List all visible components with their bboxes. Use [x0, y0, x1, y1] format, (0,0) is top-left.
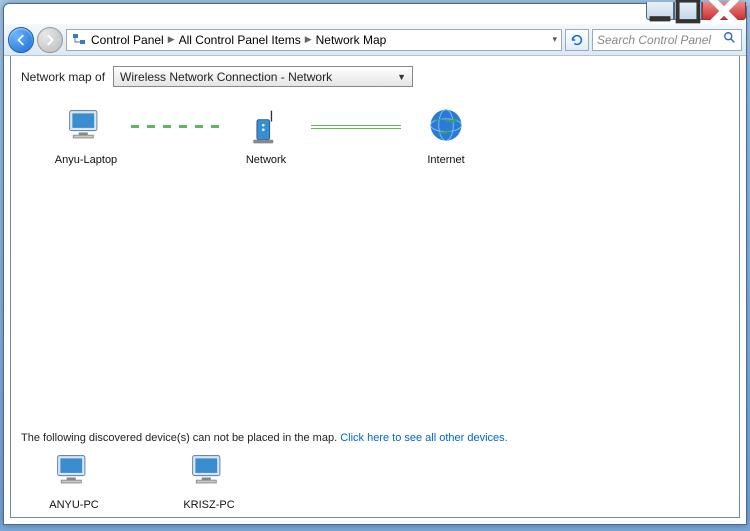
device-item[interactable]: ANYU-PC [29, 452, 119, 511]
network-icon [71, 32, 87, 48]
address-dropdown-arrow[interactable]: ▾ [552, 34, 557, 45]
chevron-right-icon: ▶ [168, 34, 175, 45]
crumb-label: All Control Panel Items [179, 33, 301, 47]
spacer [21, 166, 729, 424]
link-wired [311, 125, 401, 129]
node-label: Network [246, 154, 286, 166]
node-label: Anyu-Laptop [55, 154, 117, 166]
computer-icon [187, 452, 231, 495]
breadcrumb-item[interactable]: All Control Panel Items ▶ [179, 33, 312, 47]
content-area: Network map of Wireless Network Connecti… [10, 56, 740, 518]
search-icon [723, 31, 737, 48]
window-controls [646, 2, 746, 20]
minimize-button[interactable] [646, 2, 674, 20]
computer-icon [52, 452, 96, 495]
show-all-devices-link[interactable]: Click here to see all other devices. [340, 432, 508, 444]
refresh-button[interactable] [565, 29, 589, 51]
search-placeholder: Search Control Panel [597, 33, 711, 47]
footer-message: The following discovered device(s) can n… [21, 432, 729, 444]
address-bar[interactable]: Control Panel▶ All Control Panel Items▶ … [66, 29, 562, 51]
link-wireless [131, 125, 221, 128]
computer-icon [64, 107, 108, 150]
titlebar [4, 4, 746, 24]
back-button[interactable] [8, 27, 34, 53]
node-label: Internet [427, 154, 464, 166]
footer-text: The following discovered device(s) can n… [21, 432, 337, 444]
search-input[interactable]: Search Control Panel [592, 29, 742, 51]
maximize-button[interactable] [674, 2, 702, 20]
crumb-label: Network Map [316, 33, 387, 47]
device-item[interactable]: KRISZ-PC [164, 452, 254, 511]
router-icon [244, 107, 288, 150]
node-internet[interactable]: Internet [401, 107, 491, 166]
forward-button[interactable] [37, 27, 63, 53]
map-header-label: Network map of [21, 70, 105, 84]
chevron-right-icon: ▶ [305, 34, 312, 45]
close-button[interactable] [702, 2, 746, 20]
unplaced-devices: ANYU-PC KRISZ-PC [29, 452, 729, 511]
navbar: Control Panel▶ All Control Panel Items▶ … [4, 24, 746, 56]
chevron-down-icon: ▼ [397, 72, 406, 82]
crumb-label: Control Panel [91, 33, 164, 47]
network-map-row: Anyu-Laptop Network Internet [41, 107, 729, 166]
device-label: ANYU-PC [49, 499, 99, 511]
dropdown-selected: Wireless Network Connection - Network [120, 70, 332, 84]
breadcrumb-item[interactable]: Control Panel ▶ [91, 33, 175, 47]
node-router[interactable]: Network [221, 107, 311, 166]
breadcrumb-item[interactable]: Network Map [316, 33, 387, 47]
globe-icon [424, 107, 468, 150]
connection-dropdown[interactable]: Wireless Network Connection - Network ▼ [113, 66, 413, 87]
map-header: Network map of Wireless Network Connecti… [21, 66, 729, 87]
device-label: KRISZ-PC [183, 499, 234, 511]
window-frame: Control Panel▶ All Control Panel Items▶ … [3, 3, 747, 525]
node-this-pc[interactable]: Anyu-Laptop [41, 107, 131, 166]
